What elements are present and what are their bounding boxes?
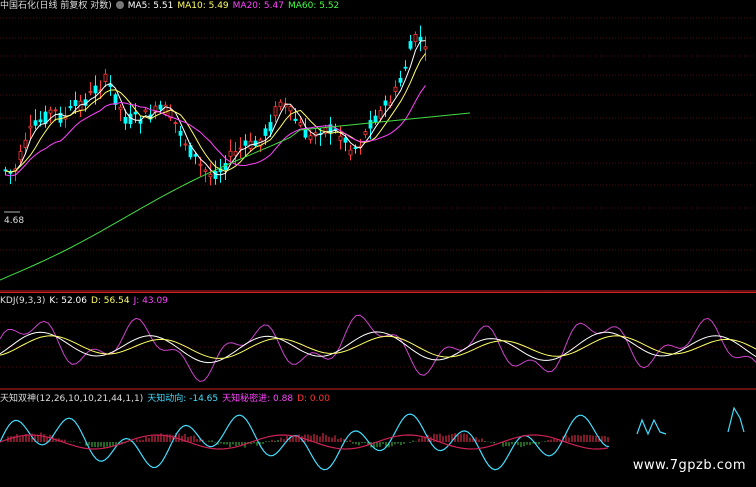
- candle-body: [238, 147, 243, 150]
- candle-body: [88, 91, 93, 93]
- candle-body: [48, 109, 53, 114]
- ma5-line: [5, 40, 426, 176]
- kdj-title: KDJ(9,3,3): [0, 296, 46, 306]
- candle-body: [38, 119, 43, 123]
- candle-body: [23, 139, 28, 148]
- candle-body: [243, 140, 248, 146]
- candle-body: [193, 154, 198, 157]
- candle-body: [223, 163, 228, 171]
- ma5-label: MA5: 5.51: [127, 1, 174, 11]
- candle-body: [18, 151, 23, 161]
- candle-body: [208, 174, 213, 178]
- candle-body: [363, 131, 368, 136]
- candle-body: [383, 100, 388, 106]
- tianzhi-title: 天知双神(12,26,10,10,21,44,1,1): [0, 394, 144, 404]
- tianzhi-secret-label: 天知秘密进: 0.88: [222, 394, 294, 404]
- candle-body: [418, 36, 423, 41]
- candle-body: [398, 77, 403, 83]
- tianzhi-trend-segment: [727, 406, 745, 433]
- candle-body: [93, 85, 98, 94]
- candle-body: [143, 109, 148, 113]
- signal-marker-1: $: [546, 292, 551, 293]
- candle-body: [373, 115, 378, 123]
- candle-body: [263, 128, 268, 136]
- signal-marker-2: $: [721, 292, 726, 293]
- candle-body: [343, 137, 348, 143]
- ma60-line: [0, 112, 471, 281]
- candle-body: [338, 135, 343, 141]
- ma10-label: MA10: 5.49: [177, 1, 229, 11]
- candle-body: [103, 73, 108, 82]
- candle-body: [123, 116, 128, 124]
- candle-body: [413, 33, 418, 43]
- kdj-j-label: J: 43.09: [133, 296, 168, 306]
- candle-body: [233, 151, 238, 156]
- stock-title: 中国石化(日线 前复权 对数): [0, 1, 112, 11]
- candle-body: [348, 149, 353, 156]
- kdj-panel[interactable]: KDJ(9,3,3)K: 52.06D: 56.54J: 43.09 $ $: [0, 292, 756, 390]
- candle-body: [53, 109, 58, 112]
- low-price-label: 4.68: [4, 216, 25, 226]
- ma60-label: MA60: 5.52: [287, 1, 340, 11]
- kdj-j-line: [0, 314, 756, 383]
- settings-dot-icon[interactable]: [115, 1, 124, 9]
- candle-body: [378, 110, 383, 119]
- tianzhi-d-label: D: 0.00: [297, 394, 330, 404]
- candle-body: [368, 120, 373, 129]
- candle-body: [393, 86, 398, 92]
- ma10-line: [5, 53, 426, 173]
- candle-body: [198, 163, 203, 166]
- candle-body: [183, 143, 188, 146]
- candle-body: [293, 118, 298, 121]
- candle-body: [133, 111, 138, 115]
- candle-body: [173, 122, 178, 125]
- candle-body: [203, 169, 208, 172]
- candle-body: [288, 106, 293, 112]
- candle-body: [138, 119, 143, 124]
- candle-body: [298, 122, 303, 126]
- candlestick-chart[interactable]: [0, 0, 756, 292]
- candle-body: [278, 101, 283, 108]
- candle-body: [178, 130, 183, 136]
- candle-body: [268, 122, 273, 132]
- tianzhi-trend-segment: [636, 418, 667, 436]
- candle-body: [118, 106, 123, 110]
- candle-body: [408, 41, 413, 49]
- kdj-d-label: D: 56.54: [90, 296, 130, 306]
- candle-body: [423, 46, 428, 50]
- price-panel-header: 中国石化(日线 前复权 对数) MA5: 5.51 MA10: 5.49 MA20: …: [0, 0, 343, 12]
- candle-body: [213, 171, 218, 179]
- candle-body: [68, 106, 73, 109]
- candle-body: [28, 125, 33, 129]
- candle-body: [158, 104, 163, 110]
- candle-body: [403, 66, 408, 69]
- ma20-label: MA20: 5.47: [232, 1, 284, 11]
- tianzhi-panel-header: 天知双神(12,26,10,10,21,44,1,1) 天知动向: -14.65 天…: [0, 393, 334, 405]
- candle-body: [33, 120, 38, 126]
- candle-body: [308, 135, 313, 140]
- candle-body: [73, 100, 78, 106]
- kdj-panel-header: KDJ(9,3,3) K: 52.06 D: 56.54 J: 43.09: [0, 295, 172, 307]
- watermark: www.7gpzb.com: [632, 458, 746, 473]
- candle-body: [228, 150, 233, 157]
- candle-body: [273, 106, 278, 117]
- kdj-d-line: [0, 335, 756, 359]
- kdj-k-line: [0, 331, 756, 364]
- candle-body: [353, 147, 358, 149]
- kdj-k-label: K: 52.06: [49, 296, 87, 306]
- tianzhi-trend-label: 天知动向: -14.65: [147, 394, 219, 404]
- price-panel[interactable]: 中国石化(日线 前复权 对数) MA5: 5.51 MA10: 5.49 MA20: …: [0, 0, 756, 292]
- candle-body: [113, 94, 118, 105]
